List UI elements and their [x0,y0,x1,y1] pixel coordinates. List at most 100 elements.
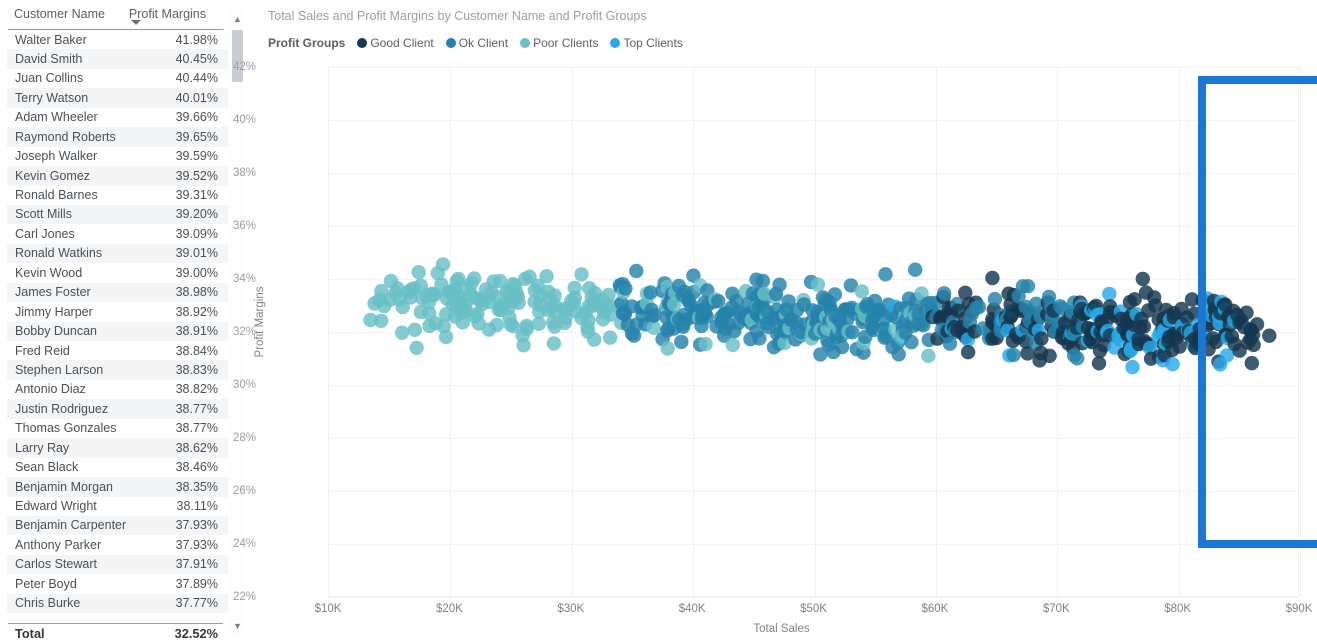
scrollbar-thumb[interactable] [232,30,243,82]
y-axis-tick-label: 30% [232,379,256,391]
cell-profit-margin: 37.89% [175,576,218,591]
y-axis-tick-label: 40% [232,114,256,126]
table-row[interactable]: Terry Watson 40.01% [7,88,228,108]
table-row[interactable]: Chris Burke 37.77% [7,593,228,613]
scatter-chart-visual[interactable]: Total Sales and Profit Margins by Custom… [233,0,1317,643]
cell-customer-name: Antonio Diaz [15,382,86,397]
y-gridline [329,385,1298,386]
x-gridline [1057,67,1059,596]
table-row[interactable]: Ronald Barnes 39.31% [7,186,228,205]
table-row[interactable]: Carl Jones 39.09% [7,224,228,243]
cell-profit-margin: 39.65% [175,129,218,144]
table-row[interactable]: Sean Black 38.46% [7,458,228,477]
table-row[interactable]: Juan Collins 40.44% [7,69,228,88]
table-row[interactable]: Bobby Duncan 38.91% [7,321,228,341]
chevron-down-icon[interactable]: ▼ [230,619,245,634]
table-row[interactable]: Raymond Roberts 39.65% [7,127,228,147]
cell-customer-name: Joseph Walker [15,149,98,164]
column-header-customer-name[interactable]: Customer Name [14,7,105,21]
y-axis-tick-label: 38% [232,167,256,179]
table-body[interactable]: Walter Baker 41.98% David Smith 40.45% Juan … [0,30,228,613]
cell-profit-margin: 37.93% [175,537,218,552]
x-gridline [814,67,816,596]
table-row[interactable]: Thomas Gonzales 38.77% [7,419,228,438]
table-row[interactable]: Benjamin Carpenter 37.93% [7,515,228,536]
cell-profit-margin: 38.11% [176,499,218,513]
lasso-selection-rectangle[interactable] [1198,76,1317,548]
table-header-row: Customer Name Profit Margins [0,0,228,28]
x-gridline [693,67,695,596]
cell-profit-margin: 40.44% [175,71,218,86]
cell-profit-margin: 40.01% [175,90,218,105]
y-axis-tick-label: 34% [232,273,256,285]
table-row[interactable]: Jimmy Harper 38.92% [7,302,228,321]
y-gridline [329,597,1298,598]
table-row[interactable]: Scott Mills 39.20% [7,204,228,225]
table-row[interactable]: David Smith 40.45% [7,49,228,69]
cell-profit-margin: 38.98% [175,285,218,300]
cell-customer-name: Carl Jones [15,226,75,241]
table-row[interactable]: Kevin Gomez 39.52% [7,166,228,186]
cell-profit-margin: 38.35% [175,479,218,494]
table-row[interactable]: Walter Baker 41.98% [7,30,228,49]
x-axis-tick-label: $50K [800,603,827,615]
y-gridline [329,67,1298,68]
chevron-down-icon[interactable] [131,20,141,25]
cell-customer-name: Carlos Stewart [15,557,97,572]
cell-customer-name: Kevin Wood [15,265,83,280]
y-axis-tick-label: 22% [232,591,256,603]
table-row[interactable]: James Foster 38.98% [7,282,228,303]
table-row[interactable]: Anthony Parker 37.93% [7,535,228,554]
cell-profit-margin: 39.20% [175,207,218,222]
column-header-profit-margins[interactable]: Profit Margins [129,7,206,21]
total-label: Total [15,626,45,641]
cell-profit-margin: 39.52% [175,168,218,183]
x-axis-tick-label: $60K [921,603,949,615]
y-gridline [329,438,1298,439]
cell-profit-margin: 41.98% [175,32,218,47]
cell-customer-name: Thomas Gonzales [15,421,117,436]
x-gridline [1178,67,1180,596]
y-gridline [329,120,1298,121]
table-row[interactable]: Antonio Diaz 38.82% [7,380,228,399]
x-gridline [450,67,452,596]
cell-customer-name: Ronald Barnes [15,188,98,202]
table-row[interactable]: Stephen Larson 38.83% [7,360,228,380]
x-axis-tick-label: $90K [1285,603,1313,615]
table-row[interactable]: Benjamin Morgan 38.35% [7,477,228,497]
cell-customer-name: Benjamin Carpenter [15,518,127,533]
table-row[interactable]: Justin Rodriguez 38.77% [7,399,228,419]
cell-customer-name: Larry Ray [15,440,70,455]
table-row[interactable]: Fred Reid 38.84% [7,341,228,360]
cell-profit-margin: 37.77% [175,596,218,611]
cell-profit-margin: 39.59% [175,149,218,164]
cell-customer-name: Jimmy Harper [15,304,93,319]
y-axis-tick-label: 24% [232,538,256,550]
table-row[interactable]: Larry Ray 38.62% [7,438,228,458]
plot-area[interactable] [328,67,1301,598]
x-axis-tick-label: $20K [435,603,463,615]
table-row[interactable]: Edward Wright 38.11% [7,497,228,516]
table-row[interactable]: Joseph Walker 39.59% [7,147,228,166]
y-gridline [329,332,1298,333]
cell-customer-name: Kevin Gomez [15,168,91,183]
cell-profit-margin: 39.09% [175,226,218,241]
chevron-up-icon[interactable]: ▲ [230,12,245,27]
table-row[interactable]: Kevin Wood 39.00% [7,263,228,282]
cell-profit-margin: 39.66% [175,110,218,125]
cell-profit-margin: 40.45% [175,51,218,66]
table-row[interactable]: Adam Wheeler 39.66% [7,108,228,127]
cell-customer-name: Sean Black [15,460,79,475]
y-axis-title: Profit Margins [254,286,266,357]
x-axis-tick-label: $80K [1164,603,1192,615]
table-row[interactable]: Peter Boyd 37.89% [7,574,228,593]
table-row[interactable]: Ronald Watkins 39.01% [7,243,228,264]
cell-customer-name: Fred Reid [15,343,70,358]
y-gridline [329,544,1298,545]
customer-profit-table[interactable]: Customer Name Profit Margins Walter Bake… [0,0,246,643]
total-value: 32.52% [174,626,218,641]
cell-customer-name: Adam Wheeler [15,110,98,125]
cell-profit-margin: 39.00% [175,265,218,280]
cell-profit-margin: 38.91% [175,324,218,339]
table-row[interactable]: Carlos Stewart 37.91% [7,554,228,575]
